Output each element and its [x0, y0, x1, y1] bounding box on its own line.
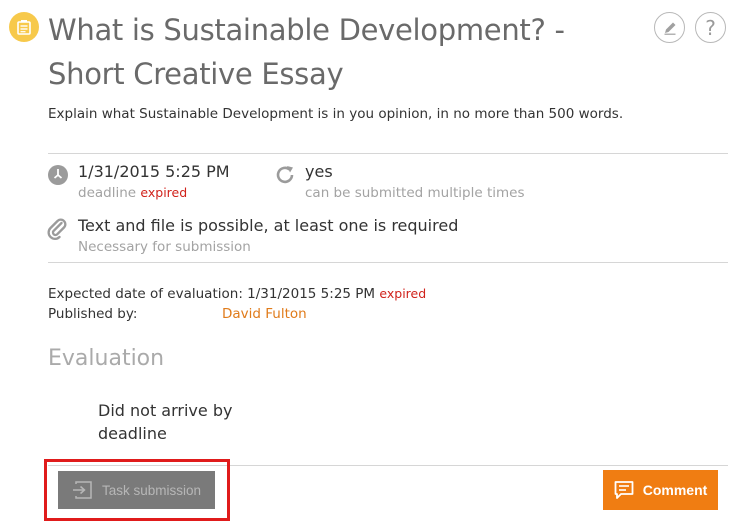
- expected-evaluation-date: 1/31/2015 5:25 PM: [247, 286, 376, 302]
- deadline-value: 1/31/2015 5:25 PM: [78, 162, 230, 181]
- refresh-icon: [274, 164, 296, 186]
- expected-evaluation-status-badge: expired: [379, 286, 427, 301]
- evaluation-heading: Evaluation: [48, 346, 165, 371]
- assignment-icon: [9, 12, 39, 42]
- comment-icon: [614, 480, 634, 500]
- task-submission-button[interactable]: Task submission: [58, 471, 215, 509]
- submission-type-value: Text and file is possible, at least one …: [78, 216, 459, 235]
- paperclip-icon: [46, 216, 68, 240]
- deadline-status-badge: expired: [140, 185, 188, 200]
- page-title: What is Sustainable Development? - Short…: [48, 13, 565, 91]
- resubmission-label: can be submitted multiple times: [305, 185, 525, 201]
- evaluation-result: Did not arrive by deadline: [98, 401, 233, 443]
- published-by-label: Published by:: [48, 306, 138, 322]
- divider: [48, 153, 728, 154]
- task-description: Explain what Sustainable Development is …: [48, 106, 624, 122]
- comment-button[interactable]: Comment: [603, 470, 718, 510]
- task-submission-label: Task submission: [101, 482, 202, 498]
- pencil-icon: [662, 20, 678, 36]
- clock-icon: [47, 164, 69, 186]
- resubmission-value: yes: [305, 162, 333, 181]
- edit-button[interactable]: [654, 12, 685, 43]
- author-link[interactable]: David Fulton: [222, 306, 307, 322]
- submit-arrow-icon: [72, 481, 92, 499]
- comment-label: Comment: [642, 482, 708, 498]
- divider: [48, 262, 728, 263]
- help-button[interactable]: ?: [695, 12, 726, 43]
- deadline-label-row: deadline expired: [78, 185, 187, 201]
- expected-evaluation-label: Expected date of evaluation:: [48, 286, 243, 302]
- expected-evaluation-row: Expected date of evaluation: 1/31/2015 5…: [48, 286, 426, 302]
- deadline-label: deadline: [78, 185, 137, 201]
- question-icon: ?: [705, 15, 716, 40]
- submission-type-label: Necessary for submission: [78, 239, 251, 255]
